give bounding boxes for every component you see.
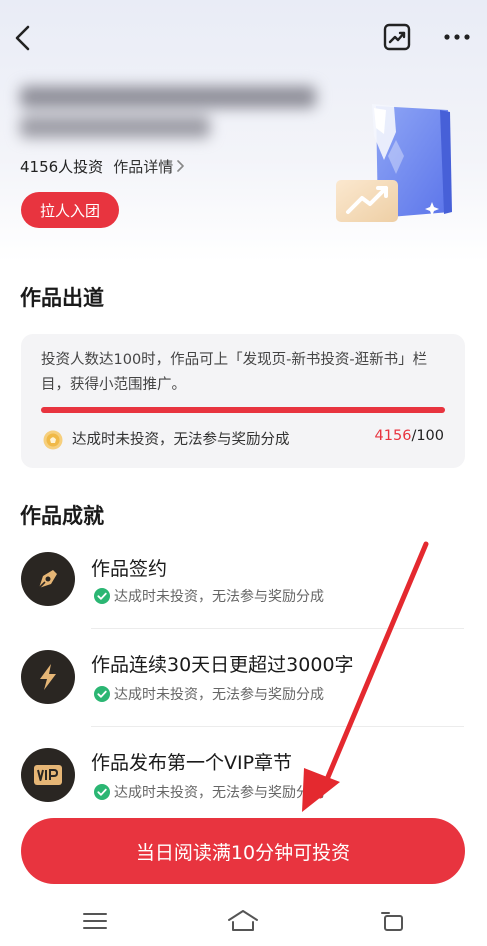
achievement-status-text: 达成时未投资，无法参与奖励分成 [114,785,324,801]
menu-icon[interactable] [82,910,108,932]
home-icon[interactable] [226,908,260,934]
investor-count: 4156人投资 [20,157,104,176]
achievement-icon-bg [21,552,75,606]
achievement-item[interactable]: 作品连续30天日更超过3000字 达成时未投资，无法参与奖励分成 [0,628,487,726]
achievement-status: 达成时未投资，无法参与奖励分成 [94,586,324,606]
work-stats: 4156人投资 作品详情 [20,154,185,178]
achievement-status: 达成时未投资，无法参与奖励分成 [94,782,324,802]
progress-current: 4156 [374,428,412,444]
check-circle-icon [94,686,110,702]
check-circle-icon [94,784,110,800]
achievement-title: 作品发布第一个VIP章节 [91,752,293,774]
achievement-status: 达成时未投资，无法参与奖励分成 [94,684,324,704]
chevron-right-icon [177,160,185,172]
top-bar [0,0,487,76]
back-button[interactable] [8,20,40,56]
work-detail-link[interactable]: 作品详情 [113,156,185,177]
work-detail-label: 作品详情 [113,157,174,176]
lightning-icon [40,664,56,690]
trend-button[interactable] [382,22,412,52]
achievement-title: 作品连续30天日更超过3000字 [91,654,354,676]
achievement-status-text: 达成时未投资，无法参与奖励分成 [114,589,324,605]
progress-target: /100 [411,428,444,444]
more-dots-icon [444,34,470,40]
debut-section-title: 作品出道 [20,286,104,310]
return-icon[interactable] [380,910,406,934]
achievement-icon-bg [21,650,75,704]
back-chevron-icon [15,25,30,51]
trend-chart-icon [383,23,411,51]
achievement-item[interactable]: 作品发布第一个VIP章节 达成时未投资，无法参与奖励分成 [0,726,487,824]
achievement-icon-bg [21,748,75,802]
system-nav-bar [0,898,487,946]
join-group-button[interactable]: 拉人入团 [21,192,119,228]
more-button[interactable] [440,24,474,50]
debut-progress-count: 4156/100 [360,428,444,444]
achievements-section-title: 作品成就 [20,504,104,528]
debut-description: 投资人数达100时，作品可上「发现页-新书投资-逛新书」栏目，获得小范围推广。 [41,352,428,393]
invest-cta-button[interactable]: 当日阅读满10分钟可投资 [21,818,465,884]
debut-progress-fill [41,407,445,413]
achievement-status-text: 达成时未投资，无法参与奖励分成 [114,687,324,703]
check-circle-icon [94,588,110,604]
debut-progress-bar [41,407,445,413]
achievement-item[interactable]: 作品签约 达成时未投资，无法参与奖励分成 [0,530,487,628]
achievement-title: 作品签约 [91,558,168,580]
coin-icon [43,430,63,450]
book-illustration-icon [336,104,452,222]
debut-note: 达成时未投资，无法参与奖励分成 [72,432,290,448]
work-title-blurred [20,82,320,144]
pen-nib-icon [37,570,57,590]
vip-badge-icon [34,765,62,785]
